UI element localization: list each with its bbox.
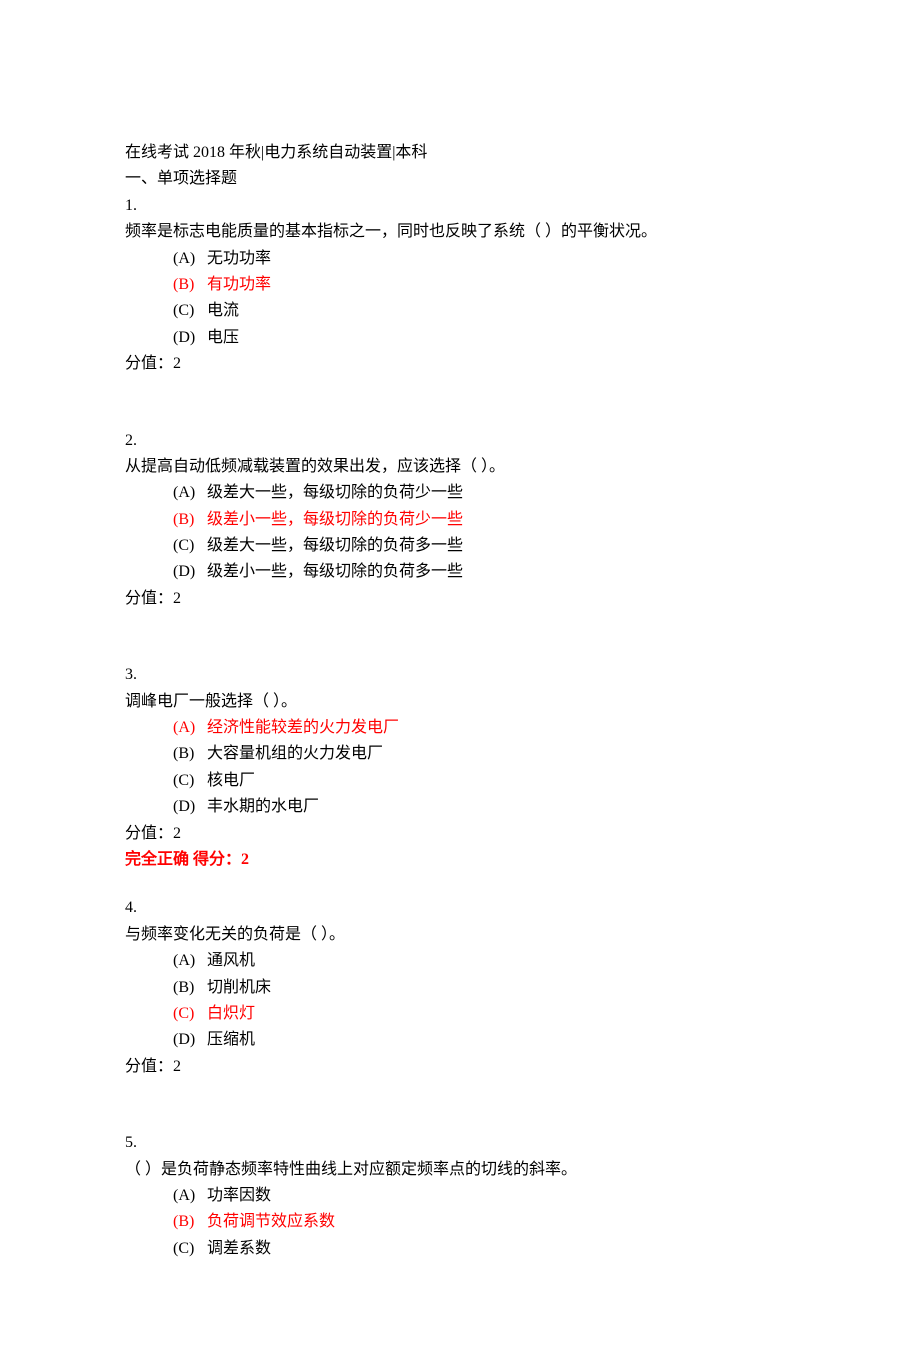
question-stem: 与频率变化无关的负荷是（ ）。	[125, 922, 795, 948]
option-row[interactable]: (D) 丰水期的水电厂	[125, 794, 795, 820]
option-row[interactable]: (D) 电压	[125, 325, 795, 351]
option-text: 有功功率	[203, 276, 271, 293]
option-text: 电流	[203, 302, 239, 319]
option-label: (B)	[173, 975, 203, 1001]
option-label: (D)	[173, 1027, 203, 1053]
question-block: 5.（ ）是负荷静态频率特性曲线上对应额定频率点的切线的斜率。(A) 功率因数(…	[125, 1130, 795, 1262]
option-text: 功率因数	[203, 1187, 271, 1204]
question-number: 1.	[125, 193, 795, 219]
option-text: 级差大一些，每级切除的负荷多一些	[203, 537, 463, 554]
option-label: (A)	[173, 246, 203, 272]
option-text: 无功功率	[203, 250, 271, 267]
question-number: 4.	[125, 895, 795, 921]
option-label: (C)	[173, 1236, 203, 1262]
option-text: 调差系数	[203, 1240, 271, 1257]
option-label: (B)	[173, 1209, 203, 1235]
option-text: 级差小一些，每级切除的负荷少一些	[203, 511, 463, 528]
question-stem: 从提高自动低频减载装置的效果出发，应该选择（ ）。	[125, 454, 795, 480]
option-label: (D)	[173, 325, 203, 351]
option-row[interactable]: (C) 调差系数	[125, 1236, 795, 1262]
score-label: 分值：2	[125, 821, 795, 847]
option-text: 核电厂	[203, 772, 255, 789]
option-label: (D)	[173, 794, 203, 820]
score-label: 分值：2	[125, 586, 795, 612]
option-row[interactable]: (B) 大容量机组的火力发电厂	[125, 741, 795, 767]
score-label: 分值：2	[125, 351, 795, 377]
option-text: 切削机床	[203, 979, 271, 996]
question-block: 1.频率是标志电能质量的基本指标之一，同时也反映了系统（ ）的平衡状况。(A) …	[125, 193, 795, 378]
option-text: 大容量机组的火力发电厂	[203, 745, 383, 762]
option-label: (C)	[173, 533, 203, 559]
option-label: (B)	[173, 741, 203, 767]
option-text: 丰水期的水电厂	[203, 798, 319, 815]
option-row[interactable]: (A) 无功功率	[125, 246, 795, 272]
option-row[interactable]: (D) 压缩机	[125, 1027, 795, 1053]
option-row[interactable]: (B) 负荷调节效应系数	[125, 1209, 795, 1235]
option-label: (A)	[173, 1183, 203, 1209]
option-label: (C)	[173, 768, 203, 794]
question-stem: 调峰电厂一般选择（ ）。	[125, 689, 795, 715]
option-text: 通风机	[203, 952, 255, 969]
option-row[interactable]: (B) 级差小一些，每级切除的负荷少一些	[125, 507, 795, 533]
option-row[interactable]: (A) 通风机	[125, 948, 795, 974]
option-row[interactable]: (C) 白炽灯	[125, 1001, 795, 1027]
question-block: 4.与频率变化无关的负荷是（ ）。(A) 通风机(B) 切削机床(C) 白炽灯(…	[125, 895, 795, 1080]
result-label: 完全正确 得分：2	[125, 847, 795, 873]
score-label: 分值：2	[125, 1054, 795, 1080]
option-row[interactable]: (D) 级差小一些，每级切除的负荷多一些	[125, 559, 795, 585]
option-label: (A)	[173, 715, 203, 741]
option-text: 压缩机	[203, 1031, 255, 1048]
question-number: 3.	[125, 662, 795, 688]
option-label: (C)	[173, 298, 203, 324]
option-label: (B)	[173, 272, 203, 298]
question-block: 2.从提高自动低频减载装置的效果出发，应该选择（ ）。(A) 级差大一些，每级切…	[125, 428, 795, 613]
option-row[interactable]: (A) 经济性能较差的火力发电厂	[125, 715, 795, 741]
option-label: (A)	[173, 948, 203, 974]
question-block: 3.调峰电厂一般选择（ ）。(A) 经济性能较差的火力发电厂(B) 大容量机组的…	[125, 662, 795, 873]
option-text: 负荷调节效应系数	[203, 1213, 335, 1230]
option-row[interactable]: (B) 切削机床	[125, 975, 795, 1001]
option-label: (B)	[173, 507, 203, 533]
option-text: 级差小一些，每级切除的负荷多一些	[203, 563, 463, 580]
option-text: 经济性能较差的火力发电厂	[203, 719, 399, 736]
option-label: (D)	[173, 559, 203, 585]
question-number: 5.	[125, 1130, 795, 1156]
option-label: (C)	[173, 1001, 203, 1027]
option-row[interactable]: (C) 电流	[125, 298, 795, 324]
option-row[interactable]: (A) 级差大一些，每级切除的负荷少一些	[125, 480, 795, 506]
option-row[interactable]: (C) 核电厂	[125, 768, 795, 794]
option-row[interactable]: (B) 有功功率	[125, 272, 795, 298]
option-row[interactable]: (A) 功率因数	[125, 1183, 795, 1209]
option-text: 白炽灯	[203, 1005, 255, 1022]
question-stem: （ ）是负荷静态频率特性曲线上对应额定频率点的切线的斜率。	[125, 1157, 795, 1183]
option-text: 级差大一些，每级切除的负荷少一些	[203, 484, 463, 501]
question-number: 2.	[125, 428, 795, 454]
question-stem: 频率是标志电能质量的基本指标之一，同时也反映了系统（ ）的平衡状况。	[125, 219, 795, 245]
section-title: 一、单项选择题	[125, 166, 795, 192]
exam-header-title: 在线考试 2018 年秋|电力系统自动装置|本科	[125, 140, 795, 166]
option-label: (A)	[173, 480, 203, 506]
option-text: 电压	[203, 329, 239, 346]
option-row[interactable]: (C) 级差大一些，每级切除的负荷多一些	[125, 533, 795, 559]
